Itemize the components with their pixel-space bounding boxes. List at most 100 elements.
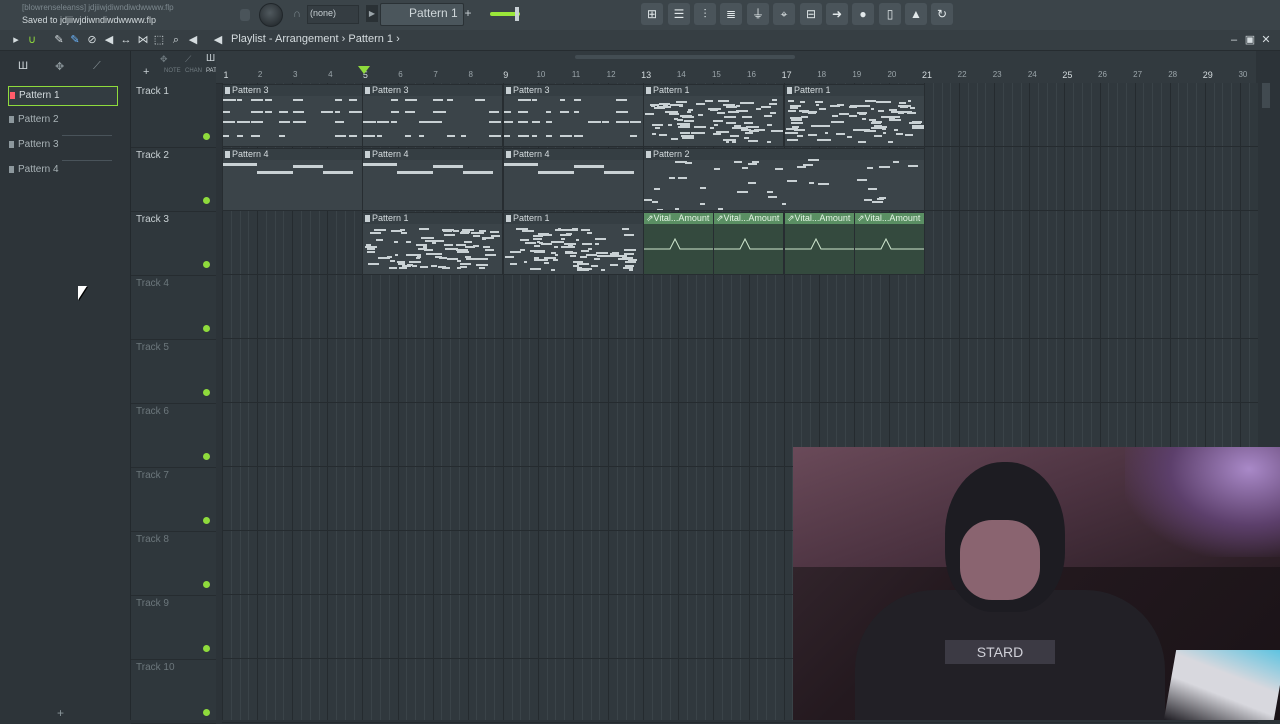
track-mute-led[interactable] bbox=[203, 709, 210, 716]
arrangement-icon[interactable]: ◀ bbox=[211, 33, 225, 47]
picker-item-pattern-4[interactable]: Pattern 4 bbox=[8, 161, 116, 179]
track-header-7[interactable]: Track 7 bbox=[131, 467, 216, 532]
track-mute-led[interactable] bbox=[203, 453, 210, 460]
picker-item-pattern-2[interactable]: Pattern 2 bbox=[8, 111, 116, 129]
pattern-clip[interactable]: Pattern 4 bbox=[362, 148, 503, 211]
track-header-8[interactable]: Track 8 bbox=[131, 531, 216, 596]
automation-clip[interactable]: ⇗Vital...Amount bbox=[784, 212, 855, 275]
note bbox=[832, 115, 838, 117]
pattern-clip[interactable]: Pattern 1 bbox=[643, 84, 784, 147]
note bbox=[399, 267, 407, 269]
pattern-clip[interactable]: Pattern 4 bbox=[503, 148, 644, 211]
clip-header: Pattern 2 bbox=[644, 149, 924, 160]
pattern-clip[interactable]: Pattern 3 bbox=[503, 84, 644, 147]
add-track-icon[interactable]: + bbox=[143, 66, 149, 78]
zoom-icon[interactable]: ⌕ bbox=[169, 33, 183, 47]
pattern-clip[interactable]: Pattern 1 bbox=[784, 84, 925, 147]
track-header-3[interactable]: Track 3 bbox=[131, 211, 216, 276]
playhead-marker[interactable] bbox=[358, 66, 370, 74]
picker-move-icon[interactable]: ✥ bbox=[55, 60, 64, 73]
note bbox=[465, 246, 475, 248]
track-mute-led[interactable] bbox=[203, 133, 210, 140]
minimize-icon[interactable]: – bbox=[1227, 33, 1241, 47]
pattern-clip[interactable]: Pattern 4 bbox=[222, 148, 363, 211]
track-header-1[interactable]: Track 1 bbox=[131, 83, 216, 148]
maximize-icon[interactable]: ▣ bbox=[1243, 33, 1257, 47]
track-mute-led[interactable] bbox=[203, 389, 210, 396]
track-mute-led[interactable] bbox=[203, 581, 210, 588]
mixer-icon[interactable]: ⫶ bbox=[694, 3, 716, 25]
pitch-icon[interactable]: ∩ bbox=[293, 8, 305, 20]
pattern-clip[interactable]: Pattern 3 bbox=[362, 84, 503, 147]
pencil-icon[interactable]: ✎ bbox=[52, 33, 66, 47]
automation-clip[interactable]: ⇗Vital...Amount bbox=[854, 212, 925, 275]
note bbox=[555, 229, 567, 231]
arrow-icon[interactable]: ➜ bbox=[826, 3, 848, 25]
pattern-clip[interactable]: Pattern 2 bbox=[643, 148, 925, 211]
track-header-6[interactable]: Track 6 bbox=[131, 403, 216, 468]
track-mute-led[interactable] bbox=[203, 325, 210, 332]
move-icon[interactable]: ✥ bbox=[160, 54, 168, 65]
master-volume-knob[interactable] bbox=[259, 3, 283, 27]
playlist-icon[interactable]: ⊞ bbox=[641, 3, 663, 25]
picker-brush-icon[interactable]: ⟋ bbox=[93, 60, 101, 73]
note bbox=[551, 252, 556, 254]
note bbox=[546, 135, 552, 137]
pattern-clip[interactable]: Pattern 1 bbox=[362, 212, 503, 275]
pattern-clip[interactable]: Pattern 1 bbox=[503, 212, 644, 275]
stamp-icon[interactable]: ▲ bbox=[905, 3, 927, 25]
track-mute-led[interactable] bbox=[203, 645, 210, 652]
track-header-5[interactable]: Track 5 bbox=[131, 339, 216, 404]
paint-icon[interactable]: ✎ bbox=[68, 33, 82, 47]
delete-icon[interactable]: ⊘ bbox=[85, 33, 99, 47]
document-icon[interactable]: ▯ bbox=[879, 3, 901, 25]
select-icon[interactable]: ⬚ bbox=[152, 33, 166, 47]
picker-item-pattern-3[interactable]: Pattern 3 bbox=[8, 136, 116, 154]
mute-icon[interactable]: ◀ bbox=[102, 33, 116, 47]
track-header-2[interactable]: Track 2 bbox=[131, 147, 216, 212]
picker-item-pattern-1[interactable]: Pattern 1 bbox=[8, 86, 118, 106]
add-pattern-button[interactable]: + bbox=[461, 5, 475, 22]
track-header-4[interactable]: Track 4 bbox=[131, 275, 216, 340]
track-header-9[interactable]: Track 9 bbox=[131, 595, 216, 660]
note bbox=[444, 234, 455, 236]
note bbox=[724, 116, 736, 118]
picker-add-button[interactable]: + bbox=[57, 706, 64, 720]
note bbox=[698, 114, 702, 116]
refresh-icon[interactable]: ↻ bbox=[931, 3, 953, 25]
piano-roll-icon[interactable]: ☰ bbox=[668, 3, 690, 25]
track-mute-led[interactable] bbox=[203, 517, 210, 524]
playback-icon[interactable]: ◀ bbox=[186, 33, 200, 47]
picker-tab-icon[interactable]: Ш bbox=[18, 60, 28, 72]
note bbox=[652, 133, 656, 135]
vertical-scrollbar[interactable] bbox=[1262, 83, 1270, 108]
slice-icon[interactable]: ⋈ bbox=[136, 33, 150, 47]
channel-rack-icon[interactable]: ≣ bbox=[720, 3, 742, 25]
project-tree-icon[interactable]: ⊟ bbox=[800, 3, 822, 25]
note bbox=[694, 126, 706, 128]
picker-toggle-icon[interactable]: Ш bbox=[206, 53, 215, 64]
close-icon[interactable]: ✕ bbox=[1259, 33, 1273, 47]
webcam-light bbox=[1125, 447, 1280, 557]
automation-clip[interactable]: ⇗Vital...Amount bbox=[713, 212, 784, 275]
pattern-clip[interactable]: Pattern 3 bbox=[222, 84, 363, 147]
track-mute-led[interactable] bbox=[203, 261, 210, 268]
track-mute-led[interactable] bbox=[203, 197, 210, 204]
pattern-arrow-button[interactable]: ▶ bbox=[366, 5, 378, 22]
note bbox=[772, 99, 777, 101]
tempo-slider-handle[interactable] bbox=[515, 7, 519, 21]
mini-tool-chan[interactable]: CHAN bbox=[185, 68, 202, 74]
horizontal-scrollbar[interactable] bbox=[575, 55, 795, 59]
note bbox=[736, 110, 748, 112]
automation-clip[interactable]: ⇗Vital...Amount bbox=[643, 212, 714, 275]
slip-icon[interactable]: ↔ bbox=[119, 33, 133, 47]
note bbox=[604, 171, 634, 174]
browser-icon[interactable]: ⌖ bbox=[773, 3, 795, 25]
brush-icon[interactable]: ⟋ bbox=[185, 54, 191, 65]
mini-tool-note[interactable]: NOTE bbox=[164, 68, 181, 74]
magnet-icon[interactable]: ∪ bbox=[25, 33, 39, 47]
microphone-icon[interactable]: ● bbox=[852, 3, 874, 25]
track-header-10[interactable]: Track 10 bbox=[131, 659, 216, 724]
plugin-icon[interactable]: ⏚ bbox=[747, 3, 769, 25]
menu-arrow-icon[interactable]: ▸ bbox=[9, 33, 23, 47]
